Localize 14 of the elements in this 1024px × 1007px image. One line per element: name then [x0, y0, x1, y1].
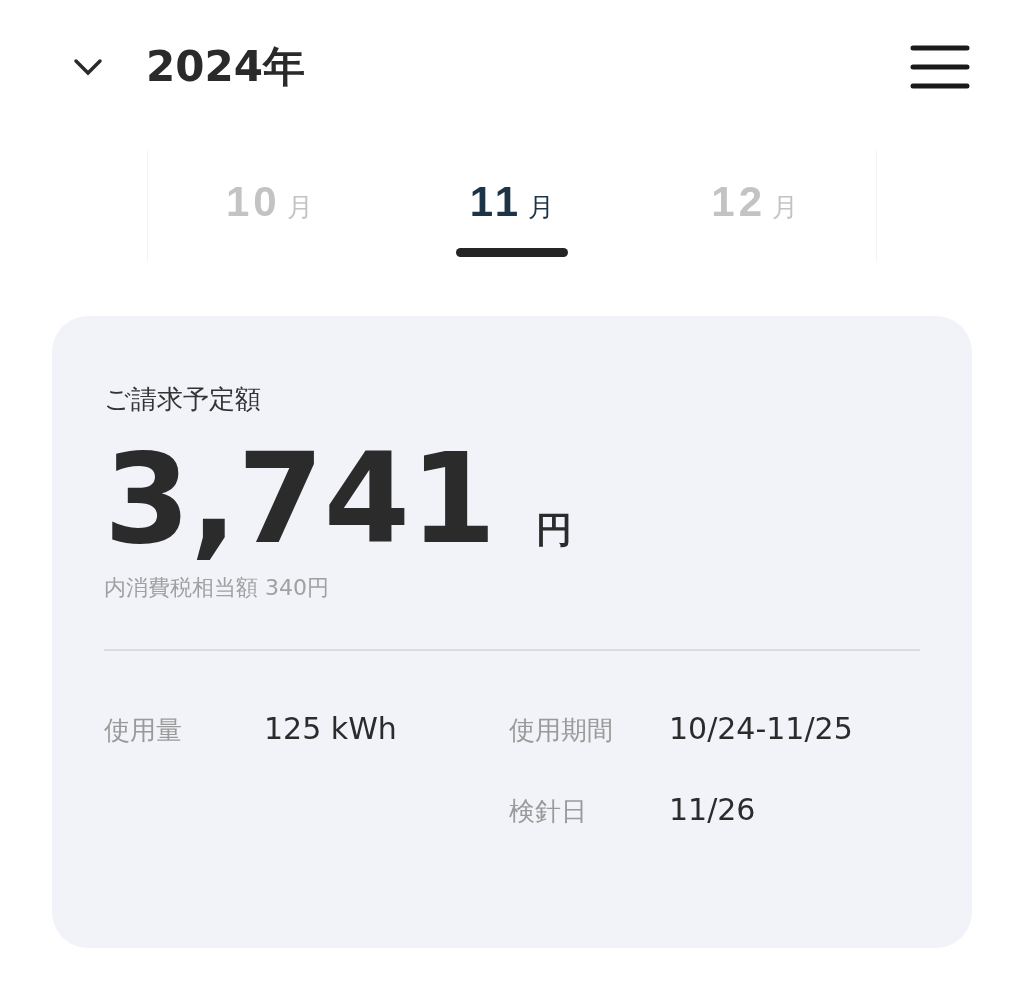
bill-label: ご請求予定額 — [104, 383, 262, 416]
detail-label: 検針日 — [509, 795, 588, 829]
month-tab[interactable]: 12 月 — [684, 150, 825, 262]
bill-amount: 3,741 — [104, 431, 497, 568]
tax-note: 内消費税相当額 340円 — [104, 574, 330, 603]
detail-label: 使用量 — [104, 714, 183, 748]
detail-value: 10/24-11/25 — [669, 711, 854, 747]
detail-label: 使用期間 — [509, 714, 614, 748]
currency-unit: 円 — [536, 508, 573, 552]
month-tab[interactable]: 10 月 — [199, 150, 340, 262]
detail-value: 11/26 — [669, 792, 757, 828]
year-title: 2024年 — [146, 41, 305, 93]
detail-value: 125 kWh — [264, 711, 398, 747]
month-tab[interactable]: 11 月 — [442, 150, 582, 262]
